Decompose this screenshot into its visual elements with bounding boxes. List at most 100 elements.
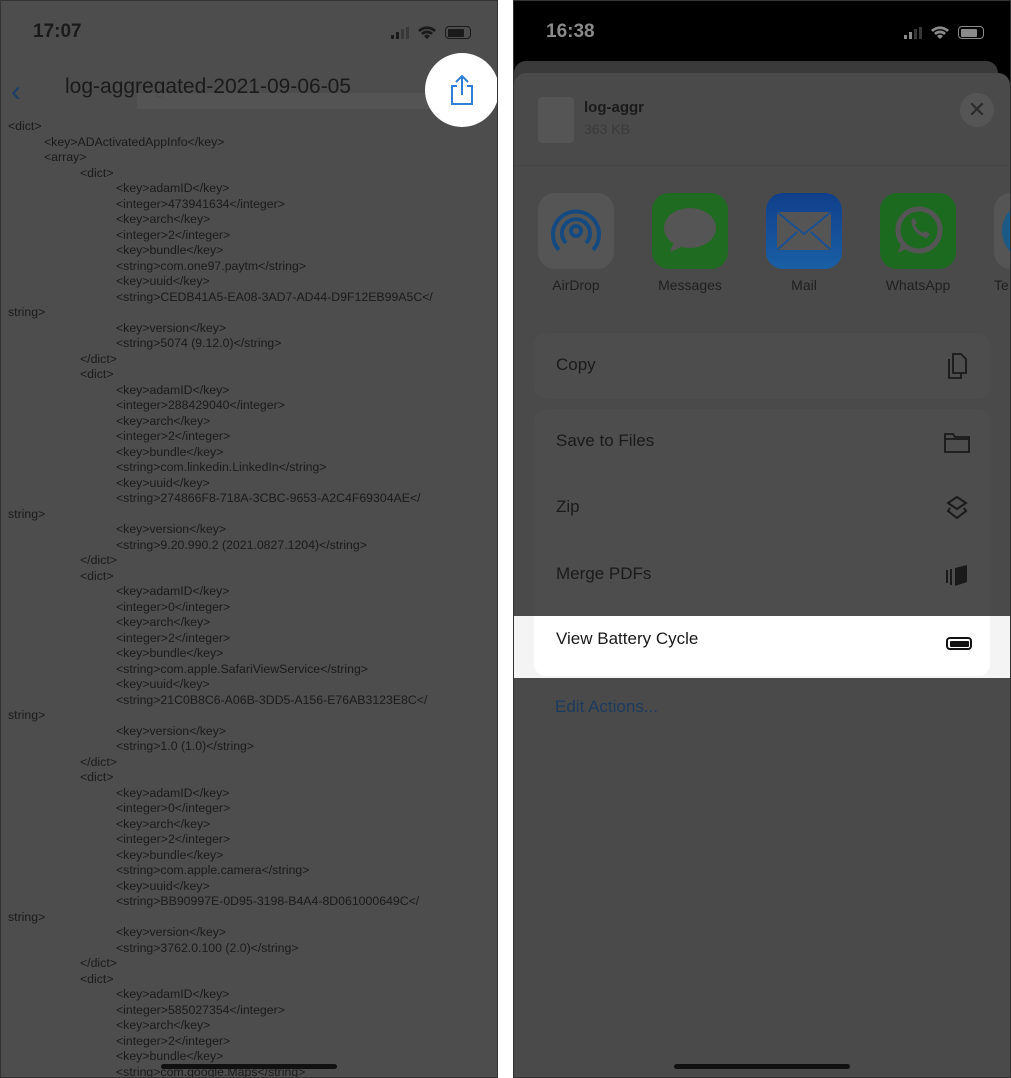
share-icon bbox=[451, 74, 473, 105]
code-line: <key>version</key> bbox=[116, 522, 227, 536]
telegram-icon bbox=[994, 193, 1010, 269]
code-line: <key>bundle</key> bbox=[116, 444, 224, 459]
stacked-pages-icon bbox=[942, 560, 972, 590]
home-indicator bbox=[674, 1064, 850, 1069]
code-line: <key>adamID</key> bbox=[116, 785, 230, 800]
code-line: <string>BB90997E-0D95-3198-B4A4-8D061000… bbox=[116, 894, 420, 908]
code-line: <key>bundle</key> bbox=[116, 243, 224, 257]
code-line: <dict> bbox=[80, 568, 114, 583]
action-label: Copy bbox=[556, 355, 596, 374]
share-sheet: log-aggr 363 KB ✕ AirDrop Messages Mail … bbox=[514, 73, 1010, 1077]
code-line: string> bbox=[8, 305, 46, 319]
code-line: string> bbox=[8, 506, 46, 521]
code-line: <key>uuid</key> bbox=[116, 475, 210, 490]
code-line: <integer>288429040</integer> bbox=[116, 398, 285, 412]
airdrop-icon bbox=[538, 193, 614, 269]
code-line: <integer>2</integer> bbox=[116, 429, 231, 443]
mail-icon bbox=[766, 193, 842, 269]
signal-icon bbox=[904, 26, 922, 39]
code-line: <key>adamID</key> bbox=[116, 382, 230, 397]
share-app-messages[interactable]: Messages bbox=[652, 193, 728, 293]
app-label: AirDrop bbox=[552, 277, 600, 293]
status-bar: 16:38 bbox=[514, 19, 1010, 47]
code-line: <string>com.linkedin.LinkedIn</string> bbox=[116, 460, 327, 474]
code-line: <key>uuid</key> bbox=[116, 878, 210, 893]
code-line: <key>adamID</key> bbox=[116, 181, 230, 195]
code-line: <key>uuid</key> bbox=[116, 677, 210, 691]
code-line: <string>com.apple.camera</string> bbox=[116, 863, 310, 877]
action-label: Save to Files bbox=[556, 431, 655, 450]
action-copy[interactable]: Copy bbox=[534, 333, 990, 399]
code-line: <string>5074 (9.12.0)</string> bbox=[116, 336, 282, 350]
edit-actions-link[interactable]: Edit Actions... bbox=[555, 697, 658, 717]
code-line: <key>arch</key> bbox=[116, 615, 211, 629]
wifi-icon bbox=[418, 26, 436, 39]
code-line: <key>arch</key> bbox=[116, 1018, 211, 1032]
actions-group: Save to Files Zip Merge PDFs bbox=[534, 409, 990, 619]
redaction-bar bbox=[137, 93, 437, 109]
code-line: </dict> bbox=[80, 754, 117, 769]
code-line: <dict> bbox=[80, 770, 114, 784]
file-icon bbox=[538, 97, 574, 143]
document-viewer-screen: 17:07 ‹ log-aggregated-2021-09-06-05 <di… bbox=[0, 0, 498, 1078]
wifi-icon bbox=[931, 26, 949, 39]
app-label: WhatsApp bbox=[885, 277, 951, 293]
code-line: <key>version</key> bbox=[116, 723, 227, 738]
whatsapp-icon bbox=[880, 193, 956, 269]
code-line: <string>1.0 (1.0)</string> bbox=[116, 739, 255, 753]
copy-icon bbox=[942, 351, 972, 381]
code-line: <integer>585027354</integer> bbox=[116, 1002, 285, 1017]
code-line: <key>bundle</key> bbox=[116, 847, 224, 862]
code-line: string> bbox=[8, 708, 46, 722]
code-line: <integer>0</integer> bbox=[116, 599, 231, 614]
app-label: Messages bbox=[658, 277, 722, 293]
code-line: <key>arch</key> bbox=[116, 212, 211, 226]
code-line: <key>version</key> bbox=[116, 925, 227, 939]
app-label: Te bbox=[994, 277, 1009, 293]
share-app-mail[interactable]: Mail bbox=[766, 193, 842, 293]
code-line: <integer>2</integer> bbox=[116, 832, 231, 846]
code-line: </dict> bbox=[80, 956, 117, 970]
code-line: <string>21C0B8C6-A06B-3DD5-A156-E76AB312… bbox=[116, 692, 428, 707]
battery-icon bbox=[946, 637, 972, 650]
action-zip[interactable]: Zip bbox=[534, 475, 990, 541]
share-button[interactable] bbox=[425, 53, 497, 127]
close-button[interactable]: ✕ bbox=[960, 93, 994, 127]
action-save-to-files[interactable]: Save to Files bbox=[534, 409, 990, 475]
share-app-whatsapp[interactable]: WhatsApp bbox=[880, 193, 956, 293]
code-line: <key>arch</key> bbox=[116, 816, 211, 831]
code-line: <array> bbox=[44, 150, 87, 164]
chevron-left-icon[interactable]: ‹ bbox=[11, 75, 21, 109]
code-line: </dict> bbox=[80, 553, 117, 567]
code-line: <string>com.one97.paytm</string> bbox=[116, 258, 307, 273]
app-label: Mail bbox=[791, 277, 817, 293]
action-merge-pdfs[interactable]: Merge PDFs bbox=[534, 542, 990, 608]
code-line: <string>9.20.990.2 (2021.0827.1204)</str… bbox=[116, 537, 367, 552]
signal-icon bbox=[391, 26, 409, 39]
code-line: <key>bundle</key> bbox=[116, 1049, 224, 1063]
code-line: <string>3762.0.100 (2.0)</string> bbox=[116, 940, 299, 955]
code-line: <dict> bbox=[80, 367, 114, 381]
file-name: log-aggr bbox=[584, 99, 644, 116]
code-line: <integer>473941634</integer> bbox=[116, 196, 285, 211]
layers-icon bbox=[942, 493, 972, 523]
highlight-band: View Battery Cycle bbox=[514, 616, 1010, 678]
action-label: Merge PDFs bbox=[556, 564, 652, 583]
code-line: <dict> bbox=[80, 165, 114, 180]
share-app-airdrop[interactable]: AirDrop bbox=[538, 193, 614, 293]
divider bbox=[514, 165, 1010, 166]
code-line: <key>ADActivatedAppInfo</key> bbox=[44, 134, 225, 149]
xml-content: <dict> <key>ADActivatedAppInfo</key> <arra… bbox=[8, 119, 433, 1077]
app-row: AirDrop Messages Mail WhatsApp Te bbox=[538, 193, 1010, 293]
battery-icon bbox=[445, 26, 471, 39]
messages-icon bbox=[652, 193, 728, 269]
code-line: <key>adamID</key> bbox=[116, 987, 230, 1001]
action-view-battery-cycle[interactable]: View Battery Cycle bbox=[534, 616, 990, 676]
code-line: <string>com.apple.SafariViewService</str… bbox=[116, 661, 368, 676]
status-bar: 17:07 bbox=[1, 19, 497, 47]
code-line: <integer>0</integer> bbox=[116, 801, 231, 815]
share-app-telegram[interactable]: Te bbox=[994, 193, 1010, 293]
status-time: 17:07 bbox=[33, 21, 82, 42]
code-line: <string>274866F8-718A-3CBC-9653-A2C4F693… bbox=[116, 491, 421, 505]
code-line: <dict> bbox=[80, 971, 114, 986]
